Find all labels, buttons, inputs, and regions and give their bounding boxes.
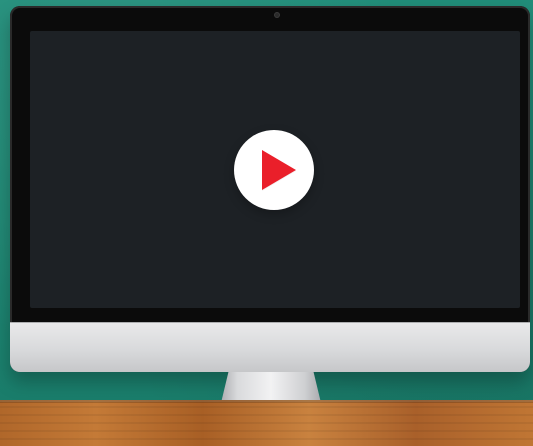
wooden-desk <box>0 400 533 446</box>
webcam <box>274 12 280 18</box>
apple-logo-icon <box>260 335 290 365</box>
play-button[interactable] <box>234 130 314 210</box>
play-icon <box>262 150 296 190</box>
desk-edge <box>0 400 533 403</box>
imac-video-scene <box>0 0 533 446</box>
